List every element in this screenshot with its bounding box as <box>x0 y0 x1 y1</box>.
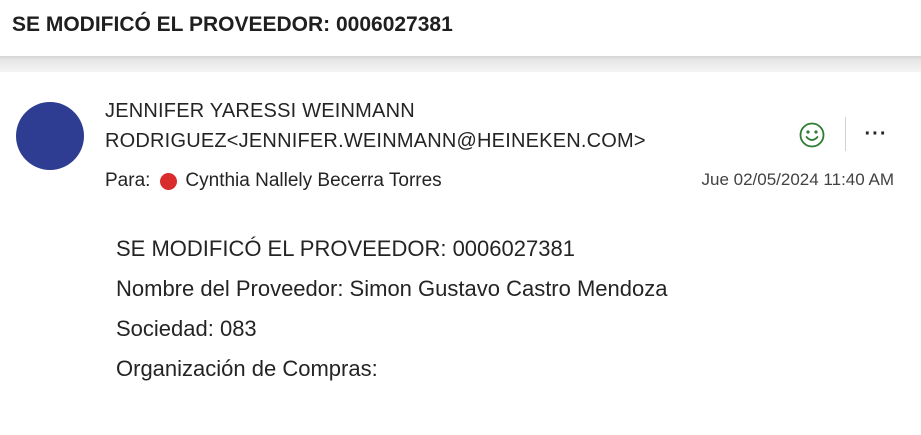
body-line: Sociedad: 083 <box>116 316 257 341</box>
react-button[interactable] <box>797 120 827 150</box>
action-separator <box>845 117 846 151</box>
to-label: Para: <box>105 170 151 191</box>
body-line: Organización de Compras: <box>116 356 378 381</box>
smiley-face-icon <box>799 122 825 148</box>
more-options-button[interactable]: ··· <box>861 119 891 149</box>
body-line: Nombre del Proveedor: Simon Gustavo Cast… <box>116 276 668 301</box>
recipient-row: Para: Cynthia Nallely Becerra Torres <box>105 168 442 194</box>
presence-status-icon <box>160 172 178 190</box>
more-options-icon: ··· <box>864 122 888 145</box>
subject-bar: SE MODIFICÓ EL PROVEEDOR: 0006027381 <box>0 0 921 56</box>
sender-avatar[interactable] <box>16 102 84 170</box>
sender-name-line1: JENNIFER YARESSI WEINMANN <box>105 100 415 122</box>
email-subject: SE MODIFICÓ EL PROVEEDOR: 0006027381 <box>12 13 453 36</box>
recipient-name[interactable]: Cynthia Nallely Becerra Torres <box>185 170 441 192</box>
sender-name[interactable]: JENNIFER YARESSI WEINMANN RODRIGUEZ<JENN… <box>105 96 745 156</box>
sent-date: Jue 02/05/2024 11:40 AM <box>701 170 894 189</box>
sender-name-line2: RODRIGUEZ<JENNIFER.WEINMANN@HEINEKEN.COM… <box>105 130 646 152</box>
email-body: SE MODIFICÓ EL PROVEEDOR: 0006027381 Nom… <box>116 229 667 389</box>
header-divider <box>0 56 921 72</box>
body-line: SE MODIFICÓ EL PROVEEDOR: 0006027381 <box>116 236 575 261</box>
